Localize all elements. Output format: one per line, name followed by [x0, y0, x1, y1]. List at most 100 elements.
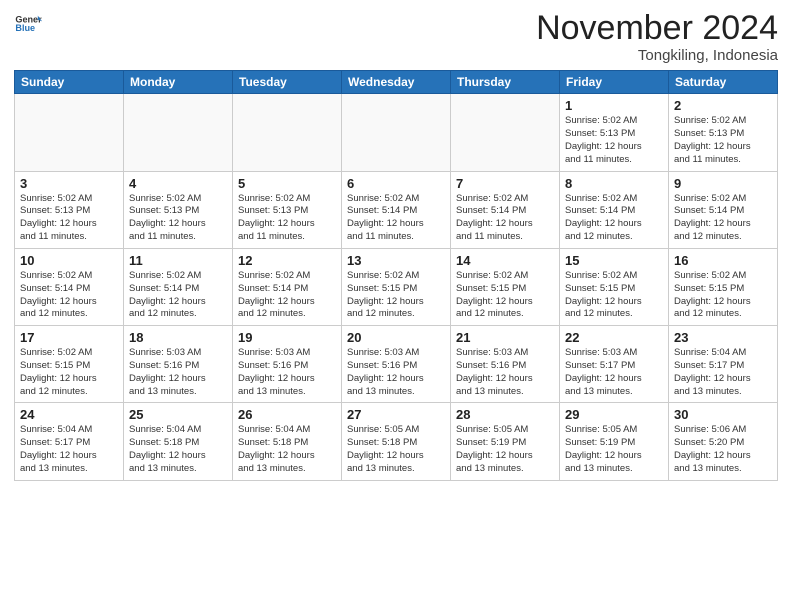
day-number: 18 [129, 330, 227, 345]
day-number: 7 [456, 176, 554, 191]
day-info: Sunrise: 5:02 AMSunset: 5:15 PMDaylight:… [456, 270, 554, 321]
day-info: Sunrise: 5:05 AMSunset: 5:19 PMDaylight:… [456, 424, 554, 475]
day-number: 8 [565, 176, 663, 191]
day-cell: 22 Sunrise: 5:03 AMSunset: 5:17 PMDayligh… [560, 326, 669, 403]
calendar: Sunday Monday Tuesday Wednesday Thursday… [14, 70, 778, 480]
day-cell: 29Sunrise: 5:05 AMSunset: 5:19 PMDayligh… [560, 403, 669, 480]
location: Tongkiling, Indonesia [536, 47, 778, 64]
day-info: Sunrise: 5:02 AMSunset: 5:14 PMDaylight:… [347, 193, 445, 244]
day-cell: 4 Sunrise: 5:02 AMSunset: 5:13 PMDaylight… [124, 171, 233, 248]
day-number: 22 [565, 330, 663, 345]
day-info: Sunrise: 5:02 AMSunset: 5:14 PMDaylight:… [565, 193, 663, 244]
day-number: 4 [129, 176, 227, 191]
header-wednesday: Wednesday [342, 71, 451, 94]
day-info: Sunrise: 5:04 AMSunset: 5:18 PMDaylight:… [129, 424, 227, 475]
day-cell: 6 Sunrise: 5:02 AMSunset: 5:14 PMDaylight… [342, 171, 451, 248]
month-title: November 2024 [536, 10, 778, 47]
day-info: Sunrise: 5:02 AMSunset: 5:13 PMDaylight:… [674, 115, 772, 166]
day-number: 30 [674, 407, 772, 422]
header-saturday: Saturday [669, 71, 778, 94]
day-cell: 23 Sunrise: 5:04 AMSunset: 5:17 PMDayligh… [669, 326, 778, 403]
day-cell: 19 Sunrise: 5:03 AMSunset: 5:16 PMDayligh… [233, 326, 342, 403]
day-number: 19 [238, 330, 336, 345]
day-info: Sunrise: 5:03 AMSunset: 5:16 PMDaylight:… [238, 347, 336, 398]
day-info: Sunrise: 5:02 AMSunset: 5:15 PMDaylight:… [347, 270, 445, 321]
day-cell: 1 Sunrise: 5:02 AMSunset: 5:13 PMDaylight… [560, 94, 669, 171]
day-cell: 20Sunrise: 5:03 AMSunset: 5:16 PMDayligh… [342, 326, 451, 403]
day-cell: 24Sunrise: 5:04 AMSunset: 5:17 PMDayligh… [15, 403, 124, 480]
header: General Blue November 2024 Tongkiling, I… [14, 10, 778, 64]
day-cell: 21 Sunrise: 5:03 AMSunset: 5:16 PMDayligh… [451, 326, 560, 403]
day-cell: 25Sunrise: 5:04 AMSunset: 5:18 PMDayligh… [124, 403, 233, 480]
day-info: Sunrise: 5:06 AMSunset: 5:20 PMDaylight:… [674, 424, 772, 475]
day-number: 27 [347, 407, 445, 422]
day-info: Sunrise: 5:02 AMSunset: 5:13 PMDaylight:… [129, 193, 227, 244]
day-info: Sunrise: 5:03 AMSunset: 5:16 PMDaylight:… [347, 347, 445, 398]
day-info: Sunrise: 5:02 AMSunset: 5:14 PMDaylight:… [238, 270, 336, 321]
day-cell [233, 94, 342, 171]
day-number: 21 [456, 330, 554, 345]
day-cell [342, 94, 451, 171]
day-info: Sunrise: 5:03 AMSunset: 5:17 PMDaylight:… [565, 347, 663, 398]
day-cell: 11 Sunrise: 5:02 AMSunset: 5:14 PMDayligh… [124, 248, 233, 325]
day-number: 24 [20, 407, 118, 422]
day-cell: 9 Sunrise: 5:02 AMSunset: 5:14 PMDaylight… [669, 171, 778, 248]
week-row-3: 17 Sunrise: 5:02 AMSunset: 5:15 PMDayligh… [15, 326, 778, 403]
day-cell: 27Sunrise: 5:05 AMSunset: 5:18 PMDayligh… [342, 403, 451, 480]
day-number: 6 [347, 176, 445, 191]
day-info: Sunrise: 5:02 AMSunset: 5:14 PMDaylight:… [456, 193, 554, 244]
day-cell: 16Sunrise: 5:02 AMSunset: 5:15 PMDayligh… [669, 248, 778, 325]
day-cell: 17 Sunrise: 5:02 AMSunset: 5:15 PMDayligh… [15, 326, 124, 403]
day-info: Sunrise: 5:04 AMSunset: 5:17 PMDaylight:… [674, 347, 772, 398]
day-info: Sunrise: 5:02 AMSunset: 5:14 PMDaylight:… [674, 193, 772, 244]
day-number: 1 [565, 98, 663, 113]
logo: General Blue [14, 10, 44, 38]
day-cell: 13Sunrise: 5:02 AMSunset: 5:15 PMDayligh… [342, 248, 451, 325]
day-cell [451, 94, 560, 171]
day-info: Sunrise: 5:02 AMSunset: 5:15 PMDaylight:… [20, 347, 118, 398]
day-cell [124, 94, 233, 171]
day-info: Sunrise: 5:04 AMSunset: 5:18 PMDaylight:… [238, 424, 336, 475]
day-number: 14 [456, 253, 554, 268]
day-cell: 7 Sunrise: 5:02 AMSunset: 5:14 PMDaylight… [451, 171, 560, 248]
day-number: 2 [674, 98, 772, 113]
logo-icon: General Blue [14, 10, 42, 38]
day-number: 16 [674, 253, 772, 268]
day-info: Sunrise: 5:02 AMSunset: 5:15 PMDaylight:… [565, 270, 663, 321]
week-row-2: 10Sunrise: 5:02 AMSunset: 5:14 PMDayligh… [15, 248, 778, 325]
day-info: Sunrise: 5:03 AMSunset: 5:16 PMDaylight:… [129, 347, 227, 398]
day-cell [15, 94, 124, 171]
day-number: 11 [129, 253, 227, 268]
day-cell: 2 Sunrise: 5:02 AMSunset: 5:13 PMDaylight… [669, 94, 778, 171]
day-info: Sunrise: 5:02 AMSunset: 5:14 PMDaylight:… [129, 270, 227, 321]
day-info: Sunrise: 5:02 AMSunset: 5:13 PMDaylight:… [238, 193, 336, 244]
day-number: 3 [20, 176, 118, 191]
week-row-0: 1 Sunrise: 5:02 AMSunset: 5:13 PMDaylight… [15, 94, 778, 171]
day-cell: 5 Sunrise: 5:02 AMSunset: 5:13 PMDaylight… [233, 171, 342, 248]
day-number: 9 [674, 176, 772, 191]
day-cell: 28 Sunrise: 5:05 AMSunset: 5:19 PMDayligh… [451, 403, 560, 480]
day-number: 5 [238, 176, 336, 191]
page: General Blue November 2024 Tongkiling, I… [0, 0, 792, 612]
day-cell: 8 Sunrise: 5:02 AMSunset: 5:14 PMDaylight… [560, 171, 669, 248]
day-number: 12 [238, 253, 336, 268]
day-info: Sunrise: 5:03 AMSunset: 5:16 PMDaylight:… [456, 347, 554, 398]
title-area: November 2024 Tongkiling, Indonesia [536, 10, 778, 64]
svg-text:Blue: Blue [15, 23, 35, 33]
day-number: 15 [565, 253, 663, 268]
day-cell: 14 Sunrise: 5:02 AMSunset: 5:15 PMDayligh… [451, 248, 560, 325]
weekday-header-row: Sunday Monday Tuesday Wednesday Thursday… [15, 71, 778, 94]
day-number: 28 [456, 407, 554, 422]
day-cell: 15 Sunrise: 5:02 AMSunset: 5:15 PMDayligh… [560, 248, 669, 325]
day-cell: 26 Sunrise: 5:04 AMSunset: 5:18 PMDayligh… [233, 403, 342, 480]
day-cell: 30 Sunrise: 5:06 AMSunset: 5:20 PMDayligh… [669, 403, 778, 480]
day-info: Sunrise: 5:05 AMSunset: 5:19 PMDaylight:… [565, 424, 663, 475]
day-cell: 3 Sunrise: 5:02 AMSunset: 5:13 PMDaylight… [15, 171, 124, 248]
header-sunday: Sunday [15, 71, 124, 94]
day-number: 17 [20, 330, 118, 345]
day-info: Sunrise: 5:02 AMSunset: 5:13 PMDaylight:… [565, 115, 663, 166]
week-row-1: 3 Sunrise: 5:02 AMSunset: 5:13 PMDaylight… [15, 171, 778, 248]
day-info: Sunrise: 5:02 AMSunset: 5:13 PMDaylight:… [20, 193, 118, 244]
day-number: 26 [238, 407, 336, 422]
day-number: 23 [674, 330, 772, 345]
